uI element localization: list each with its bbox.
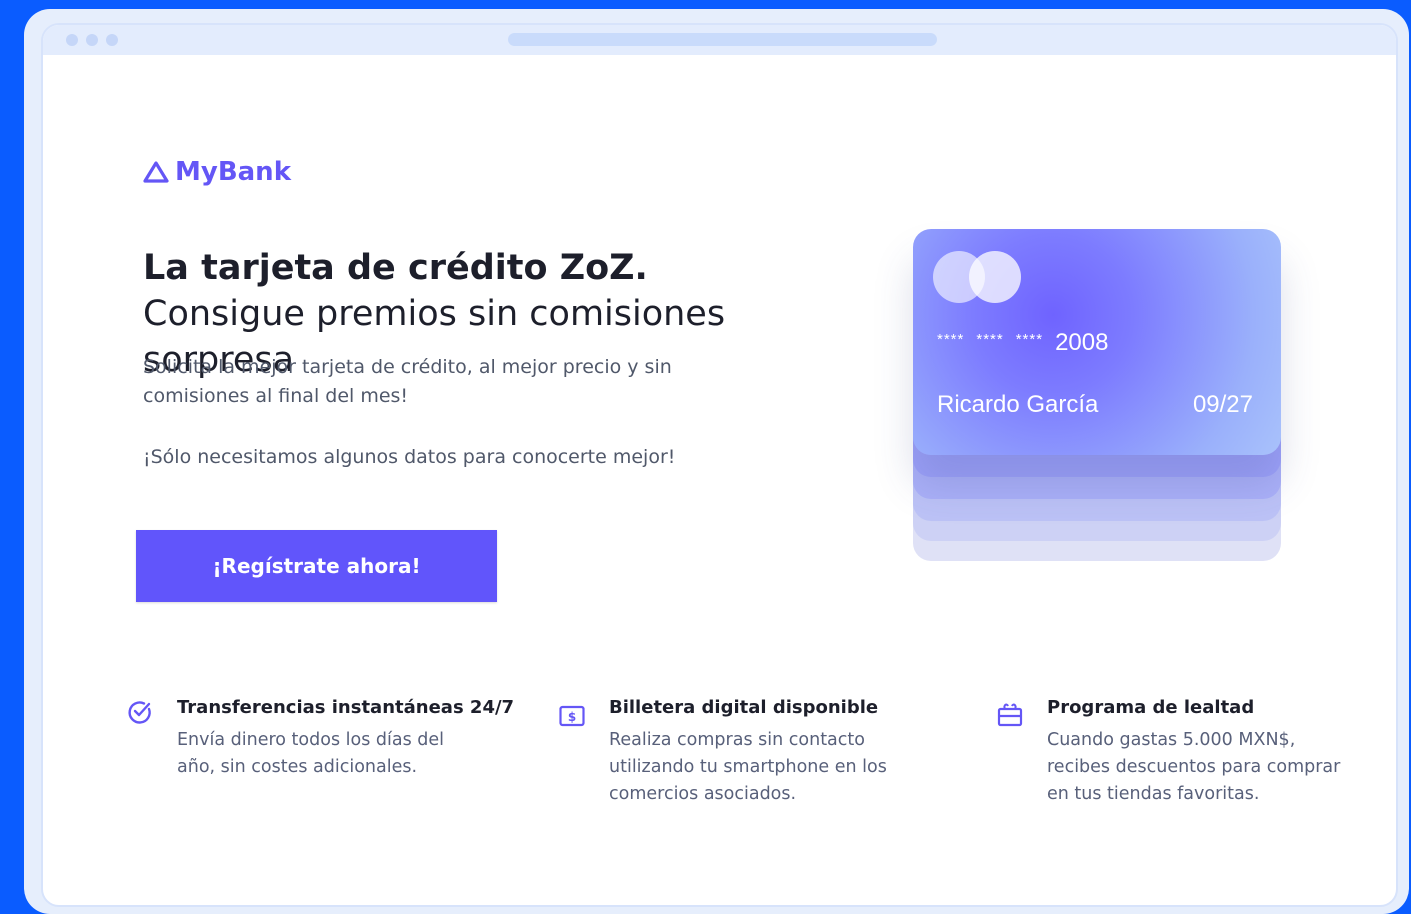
svg-text:$: $: [568, 710, 576, 724]
brand-logo[interactable]: MyBank: [143, 157, 291, 187]
check-circle-icon: [128, 701, 151, 724]
feature-title: Billetera digital disponible: [609, 697, 879, 718]
card-mask: ****: [937, 331, 965, 348]
address-bar[interactable]: [508, 33, 937, 46]
credit-card: **** **** **** 2008 Ricardo García 09/27: [913, 229, 1281, 455]
card-circle-icon: [969, 251, 1021, 303]
brand-name: MyBank: [175, 157, 291, 187]
hero-subtitle-2: ¡Sólo necesitamos algunos datos para con…: [143, 446, 676, 468]
feature-text: Realiza compras sin contacto utilizando …: [609, 730, 887, 804]
card-mask: ****: [976, 331, 1004, 348]
window-dot-close[interactable]: [66, 34, 78, 46]
card-number: **** **** **** 2008: [937, 329, 1108, 357]
hero-subtitle: Solicita la mejor tarjeta de crédito, al…: [143, 356, 672, 407]
window-dot-maximize[interactable]: [106, 34, 118, 46]
feature-text: Cuando gastas 5.000 MXN$, recibes descue…: [1047, 730, 1341, 804]
register-button[interactable]: ¡Regístrate ahora!: [136, 530, 497, 602]
browser-window: MyBank La tarjeta de crédito ZoZ. Consig…: [41, 23, 1398, 907]
browser-frame: MyBank La tarjeta de crédito ZoZ. Consig…: [24, 9, 1409, 914]
dollar-bill-icon: $: [559, 705, 585, 727]
title-bar: [43, 25, 1396, 55]
card-expiry: 09/27: [1192, 391, 1253, 418]
window-dot-minimize[interactable]: [86, 34, 98, 46]
gift-box-icon: [997, 703, 1023, 727]
triangle-logo-icon: [143, 161, 169, 183]
feature-text: Envía dinero todos los días del año, sin…: [177, 730, 444, 777]
hero-title-bold: La tarjeta de crédito ZoZ.: [143, 248, 648, 288]
card-mask: ****: [1015, 331, 1044, 348]
card-last4: 2008: [1055, 329, 1109, 356]
feature-title: Programa de lealtad: [1047, 697, 1255, 718]
card-holder: Ricardo García: [937, 391, 1099, 418]
feature-title: Transferencias instantáneas 24/7: [177, 697, 515, 718]
